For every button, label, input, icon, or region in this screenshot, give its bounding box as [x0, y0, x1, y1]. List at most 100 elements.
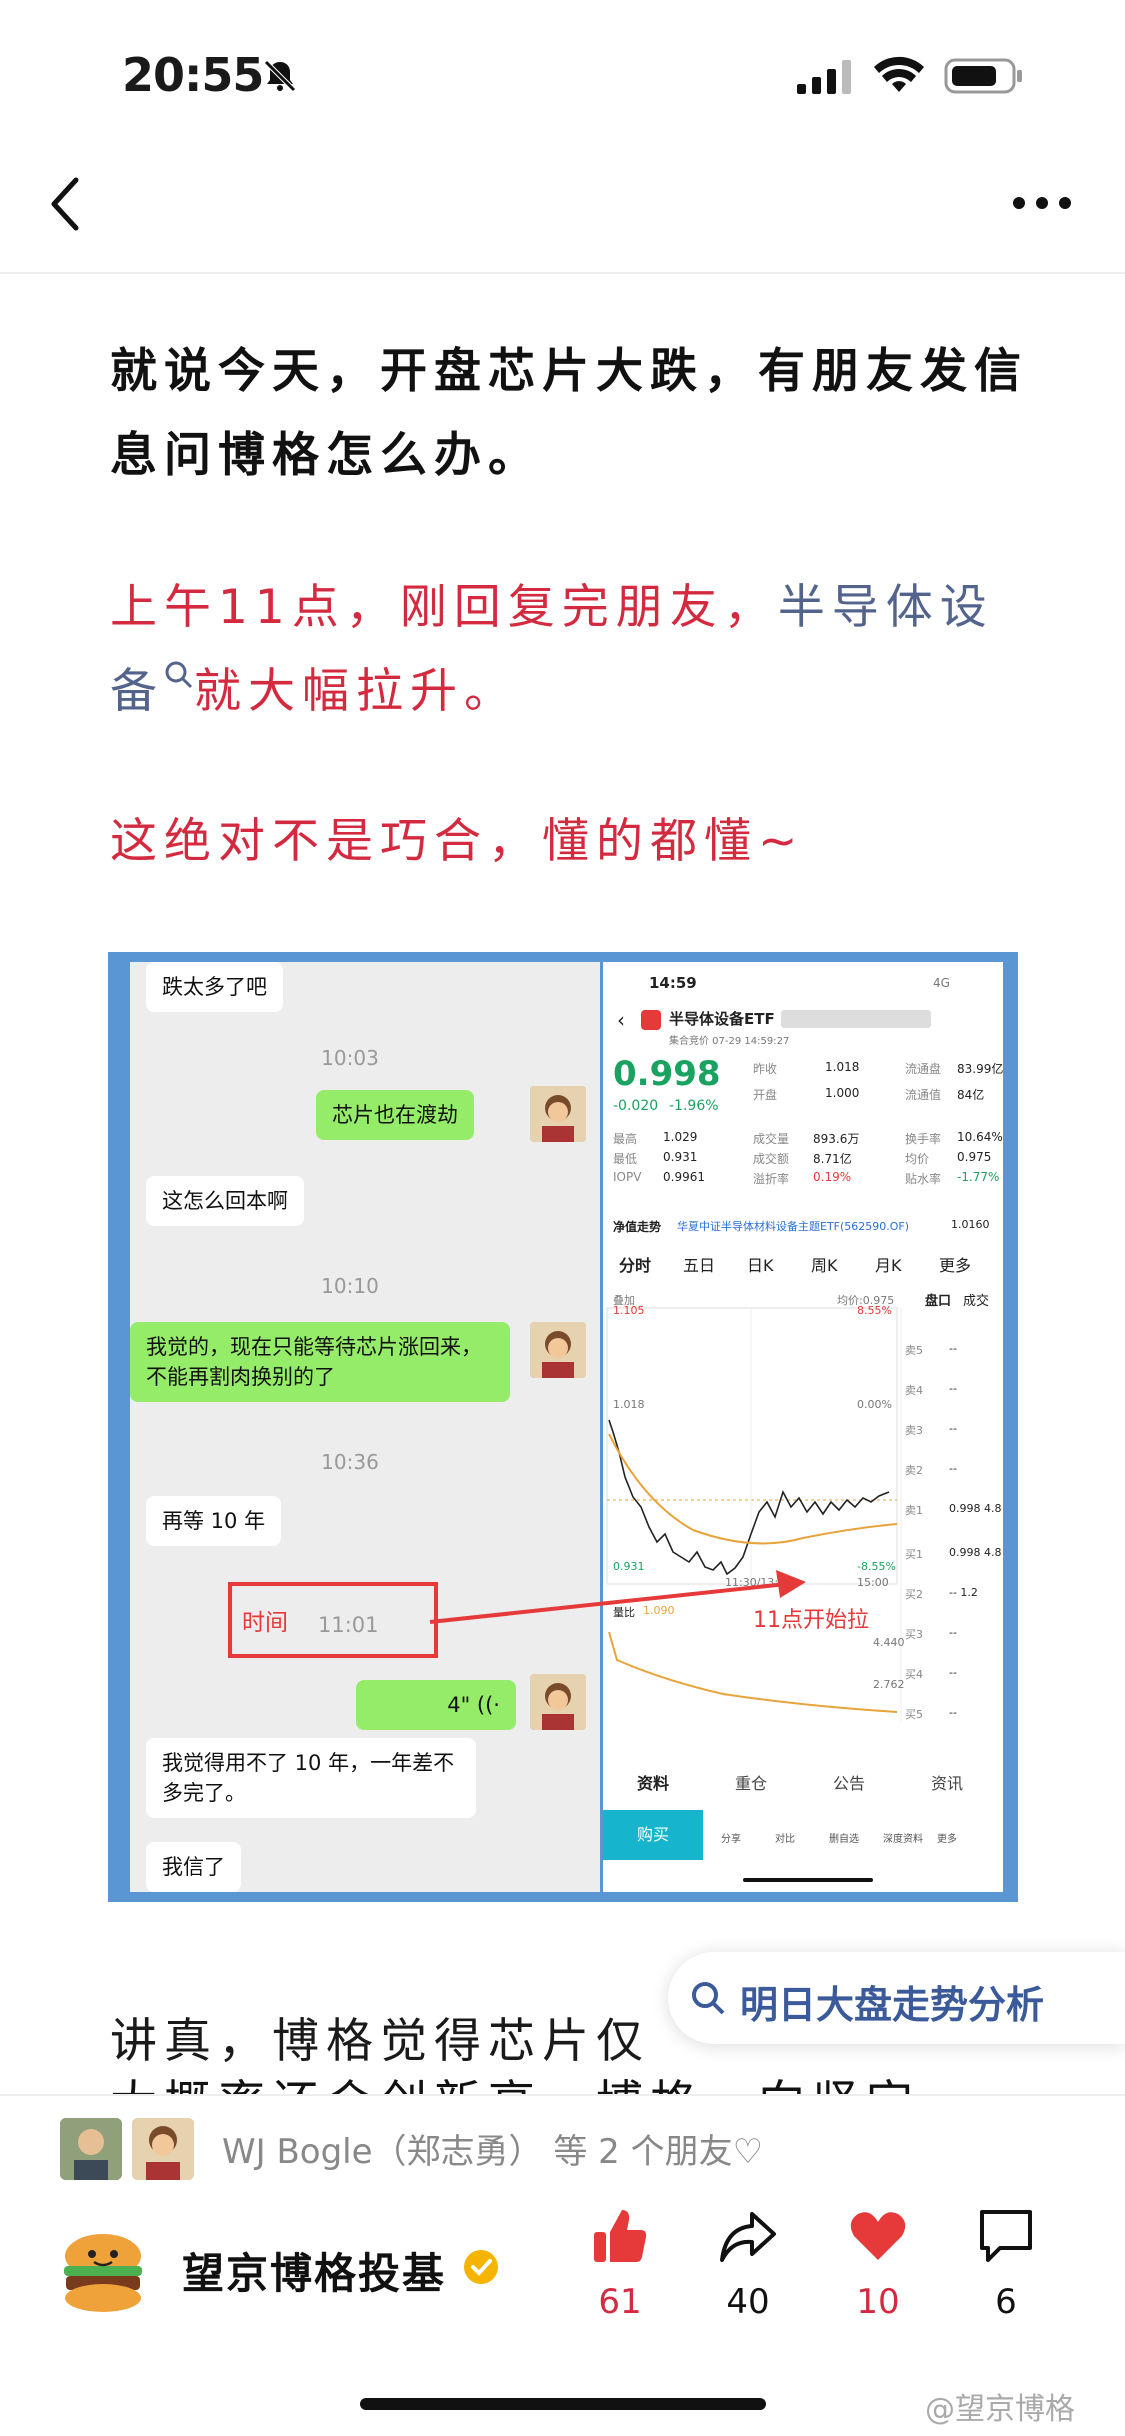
chat-msg: 再等 10 年: [146, 1496, 282, 1546]
stock-time: 14:59: [649, 974, 697, 992]
period-tab: 日K: [747, 1256, 774, 1275]
period-tab: 周K: [811, 1256, 838, 1275]
quote-value: 84亿: [957, 1088, 985, 1102]
search-icon[interactable]: [164, 660, 194, 690]
quote-value: 0.975: [957, 1150, 992, 1164]
avatar: [530, 1322, 586, 1378]
quote-value: 0.9961: [663, 1170, 705, 1184]
chat-msg: 我信了: [146, 1842, 241, 1892]
book-level: 买3: [905, 1628, 923, 1641]
favorite-button[interactable]: 10: [838, 2206, 918, 2322]
book-value: --: [949, 1462, 957, 1475]
book-value: -- 1.2: [949, 1586, 978, 1599]
detail-tab: 重仓: [735, 1774, 768, 1793]
liked-by-text[interactable]: WJ Bogle（郑志勇） 等 2 个朋友♡: [222, 2124, 763, 2173]
quote-label: 溢折率: [753, 1172, 790, 1186]
stock-action: 更多: [937, 1834, 957, 1845]
account-logo[interactable]: [58, 2226, 148, 2316]
detail-tab: 公告: [833, 1774, 866, 1793]
chat-msg: 我觉得用不了 10 年，一年差不多完了。: [146, 1738, 476, 1818]
book-value: --: [949, 1422, 957, 1435]
y-min-pct: -8.55%: [857, 1560, 896, 1573]
verified-icon: [464, 2250, 498, 2284]
quote-label: 开盘: [753, 1088, 778, 1102]
friend-avatar[interactable]: [132, 2118, 194, 2180]
book-value: --: [949, 1382, 957, 1395]
book-value: --: [949, 1342, 957, 1355]
thumbs-up-icon: [594, 2210, 647, 2262]
stock-app: 14:59 4G ‹ 半导体设备ETF 集合竞价 07-29 14:59:27 …: [603, 962, 1003, 1892]
book-value: --: [949, 1626, 957, 1639]
y-min: 0.931: [613, 1560, 645, 1573]
home-indicator: [360, 2398, 766, 2410]
stock-action: 删自选: [829, 1834, 859, 1845]
index-label: 净值走势: [613, 1220, 662, 1234]
friend-avatar[interactable]: [60, 2118, 122, 2180]
stock-pct: -1.96%: [669, 1098, 719, 1114]
heart-icon: [850, 2212, 906, 2260]
book-value: --: [949, 1706, 957, 1719]
book-level: 卖2: [905, 1464, 923, 1477]
blurred-code: [781, 1010, 931, 1028]
index-name: 华夏中证半导体材料设备主题ETF(562590.OF): [677, 1220, 910, 1233]
book-value: --: [949, 1666, 957, 1679]
quote-label: 成交额: [753, 1152, 790, 1166]
intraday-chart: [606, 1307, 902, 1722]
vol-v1: 4.440: [873, 1636, 905, 1649]
watermark: @望京博格: [925, 2392, 1075, 2427]
signal-icon: [797, 60, 851, 94]
period-tab: 五日: [683, 1256, 716, 1275]
quote-value: 0.19%: [813, 1170, 852, 1184]
quote-label: 成交量: [753, 1132, 790, 1146]
chat-time: 10:36: [321, 1450, 379, 1474]
status-time: 20:55: [122, 48, 264, 102]
book-level: 卖5: [905, 1344, 923, 1357]
article-paragraph-5-clip: 大概率还会创新高，博格一向坚定: [110, 2076, 1010, 2094]
chevron-left-icon[interactable]: [46, 176, 86, 232]
y-mid-pct: 0.00%: [857, 1398, 892, 1411]
favorite-count: 10: [856, 2282, 900, 2322]
book-level: 买5: [905, 1708, 923, 1721]
book-level: 买2: [905, 1588, 923, 1601]
period-tab: 月K: [875, 1256, 902, 1275]
bell-mute-icon: [264, 60, 296, 92]
y-max-pct: 8.55%: [857, 1304, 892, 1317]
article-paragraph-1: 就说今天，开盘芯片大跌，有朋友发信息问博格怎么办。: [110, 344, 1028, 483]
more-dots-icon[interactable]: [1012, 196, 1072, 210]
comment-icon: [980, 2210, 1032, 2262]
quote-value: 893.6万: [813, 1132, 860, 1146]
book-level: 卖3: [905, 1424, 923, 1437]
quote-label: 均价: [905, 1152, 930, 1166]
quote-label: IOPV: [613, 1170, 642, 1184]
avatar: [530, 1674, 586, 1730]
buy-button: 购买: [603, 1810, 703, 1860]
chat-msg: 这怎么回本啊: [146, 1176, 304, 1226]
stock-home-bar: [743, 1878, 873, 1882]
account-name[interactable]: 望京博格投基: [182, 2240, 446, 2301]
quote-value: 8.71亿: [813, 1152, 852, 1166]
stock-net: 4G: [933, 976, 950, 990]
quote-value: 1.018: [825, 1060, 860, 1074]
chat-msg: 芯片也在渡劫: [316, 1090, 474, 1140]
x-end: 15:00: [857, 1576, 889, 1589]
y-mid: 1.018: [613, 1398, 645, 1411]
quote-label: 最高: [613, 1132, 638, 1146]
like-button[interactable]: 61: [580, 2206, 660, 2322]
stock-action: 对比: [775, 1834, 795, 1845]
comment-button[interactable]: 6: [966, 2206, 1046, 2322]
quote-value: 10.64%: [957, 1130, 1003, 1144]
article-image[interactable]: 跌太多了吧 10:03 芯片也在渡劫 这怎么回本啊 10:10 我觉的，现在只能…: [108, 952, 1018, 1902]
chat-time: 10:10: [321, 1274, 379, 1298]
book-level: 卖1: [905, 1504, 923, 1517]
vol-label: 量比: [613, 1606, 635, 1619]
detail-tab: 资料: [637, 1774, 670, 1793]
stock-sub: 集合竞价 07-29 14:59:27: [669, 1036, 790, 1047]
book-value: 0.998 4.8: [949, 1502, 1002, 1515]
wechat-chat: 跌太多了吧 10:03 芯片也在渡劫 这怎么回本啊 10:10 我觉的，现在只能…: [130, 962, 600, 1892]
share-button[interactable]: 40: [708, 2206, 788, 2322]
share-icon: [720, 2212, 776, 2262]
book-level: 买1: [905, 1548, 923, 1561]
chat-time: 10:03: [321, 1046, 379, 1070]
book-level: 买4: [905, 1668, 923, 1681]
article-paragraph-2: 上午11点，刚回复完朋友，半导体设备 就大幅拉升。: [110, 566, 1030, 734]
